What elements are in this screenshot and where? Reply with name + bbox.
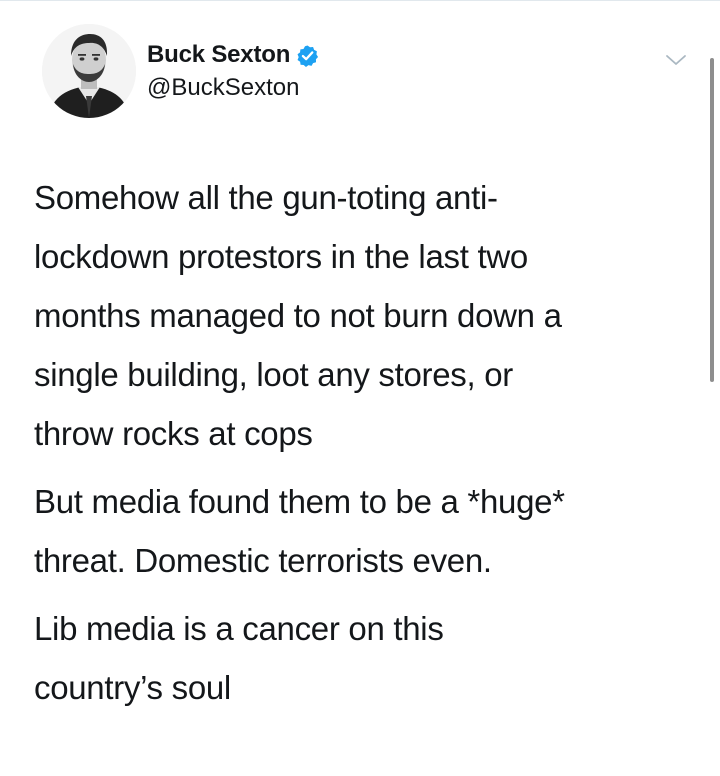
tweet-header: Buck Sexton @BuckSexton	[42, 24, 702, 124]
avatar[interactable]	[42, 24, 136, 118]
tweet-card: Buck Sexton @BuckSexton Somehow all the …	[0, 0, 720, 776]
author-handle[interactable]: @BuckSexton	[147, 74, 319, 102]
author-display-name[interactable]: Buck Sexton	[147, 41, 290, 69]
chevron-down-icon[interactable]	[664, 48, 688, 72]
tweet-paragraph: Somehow all the gun-toting anti- lockdow…	[34, 179, 562, 452]
scrollbar[interactable]	[710, 58, 714, 382]
name-row: Buck Sexton	[147, 38, 319, 72]
verified-badge-icon	[296, 44, 319, 67]
tweet-body: Somehow all the gun-toting anti- lockdow…	[34, 168, 684, 717]
tweet-paragraph: But media found them to be a *huge* thre…	[34, 483, 565, 579]
avatar-photo-icon	[42, 24, 136, 118]
author-info: Buck Sexton @BuckSexton	[147, 38, 319, 102]
tweet-paragraph: Lib media is a cancer on this country’s …	[34, 610, 444, 706]
